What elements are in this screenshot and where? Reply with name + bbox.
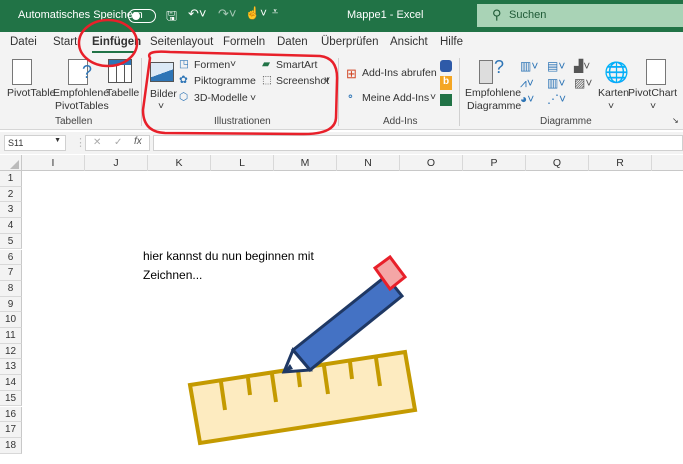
annotation-circle-einfuegen xyxy=(77,18,139,68)
drawing-layer xyxy=(77,18,418,446)
annotation-circle-illustrationen xyxy=(141,50,339,136)
